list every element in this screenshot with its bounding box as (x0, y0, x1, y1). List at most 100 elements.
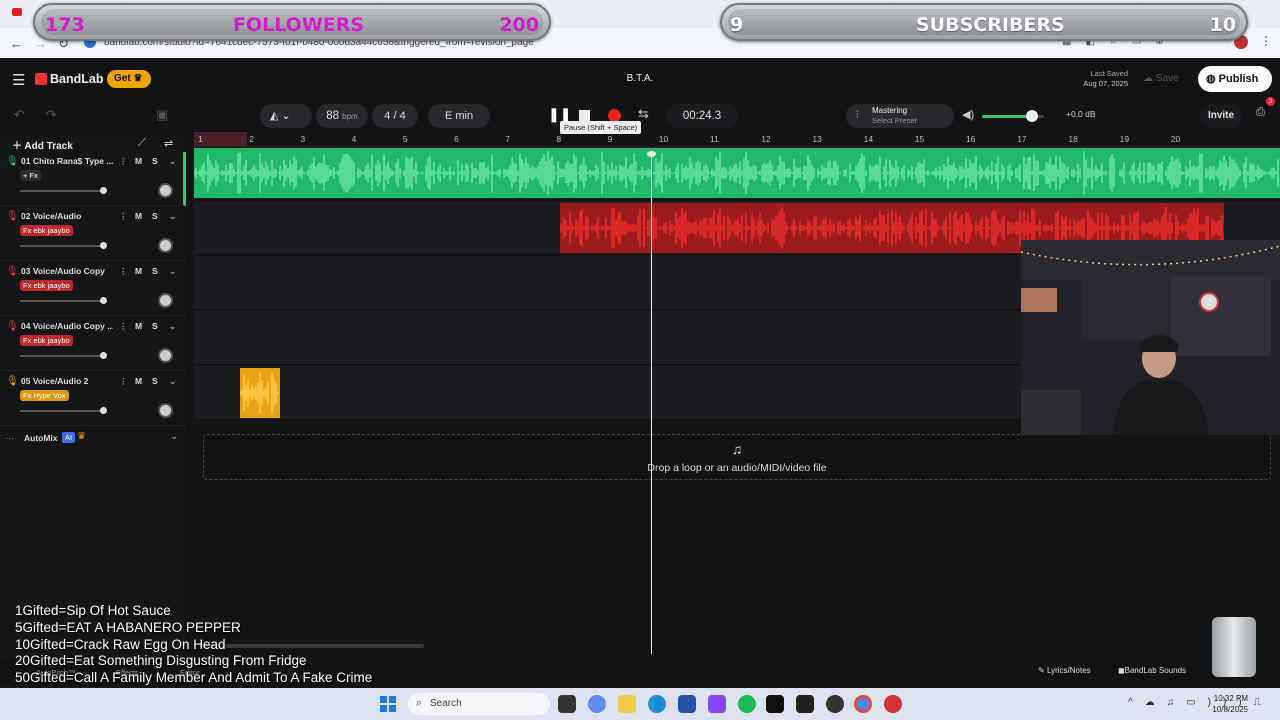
track-fx-chip[interactable]: + Fx (20, 170, 41, 181)
key-selector[interactable]: E min (428, 104, 490, 128)
timeline-ruler[interactable]: 1 2 3 4 5 6 7 8 9 10 11 12 13 14 15 16 17 18 19 20 (194, 132, 1280, 146)
track-volume-knob[interactable] (100, 297, 107, 304)
mic-icon[interactable]: 🎙 (6, 156, 19, 167)
copilot-icon[interactable] (588, 695, 606, 713)
app-icon[interactable] (884, 695, 902, 713)
track-volume-knob[interactable] (100, 242, 107, 249)
solo-button[interactable]: S (152, 211, 158, 221)
automix-row[interactable]: ⋯ AutoMix AI ♛ ⌄ (0, 429, 186, 449)
bpm-field[interactable]: 88 bpm (316, 104, 368, 128)
track-volume-knob[interactable] (100, 352, 107, 359)
solo-button[interactable]: S (152, 376, 158, 386)
windows-start-icon[interactable] (380, 696, 396, 712)
sidebar-icon[interactable]: ▣ (156, 107, 168, 123)
mic-icon[interactable]: 🎙 (6, 266, 19, 277)
track-volume-slider[interactable] (20, 352, 107, 359)
track-volume-slider[interactable] (20, 242, 107, 249)
track-header[interactable]: 🎙 03 Voice/Audio Copy Fx ebk jaaybo ⋮ M S ⌄ (0, 262, 186, 316)
track-pan-knob[interactable] (158, 238, 173, 253)
stop-button[interactable] (579, 110, 590, 121)
save-button[interactable]: ☁ Save (1143, 73, 1179, 84)
invite-button[interactable]: Invite (1200, 104, 1242, 128)
track-header[interactable]: 🎙 05 Voice/Audio 2 Fx Hype Vox ⋮ M S ⌄ (0, 372, 186, 426)
mute-button[interactable]: M (135, 211, 142, 221)
playhead[interactable] (651, 154, 652, 654)
track-options-icon[interactable]: ⋮ (119, 376, 128, 387)
system-tray-icons[interactable]: ^☁♫▭)))⎍ (1128, 697, 1273, 708)
track-header[interactable]: 🎙 02 Voice/Audio Fx ebk jaaybo ⋮ M S ⌄ (0, 207, 186, 261)
track-name[interactable]: 02 Voice/Audio (21, 211, 113, 221)
publish-button[interactable]: ◍ Publish (1198, 66, 1272, 92)
time-signature[interactable]: 4 / 4 (372, 104, 418, 128)
track-fx-chip[interactable]: Fx Hype Vox (20, 390, 69, 401)
audio-clip[interactable] (240, 368, 280, 418)
chevron-down-icon[interactable]: ⌄ (169, 211, 176, 222)
solo-button[interactable]: S (152, 156, 158, 166)
loop-icon[interactable]: ⇆ (638, 106, 649, 122)
master-volume-slider[interactable] (982, 110, 1044, 122)
browser-menu-icon[interactable]: ⋮ (1260, 34, 1272, 48)
chrome-icon[interactable] (854, 695, 872, 713)
track-pan-knob[interactable] (158, 183, 173, 198)
chevron-down-icon[interactable]: ⌄ (169, 266, 176, 277)
track-fx-chip[interactable]: Fx ebk jaaybo (20, 225, 73, 236)
mixer-icon[interactable]: ⇌ (164, 137, 173, 150)
track-volume-slider[interactable] (20, 297, 107, 304)
metronome-button[interactable]: ◭ ⌄ (260, 104, 312, 128)
track-name[interactable]: 03 Voice/Audio Copy (21, 266, 113, 276)
twitch-icon[interactable] (708, 695, 726, 713)
speaker-icon[interactable]: ◀) (962, 108, 974, 121)
track-volume-knob[interactable] (100, 187, 107, 194)
obs-icon[interactable] (826, 695, 844, 713)
track-volume-knob[interactable] (100, 407, 107, 414)
audio-clip[interactable] (194, 148, 1280, 198)
track-options-icon[interactable]: ⋮ (119, 211, 128, 222)
track-header[interactable]: 🎙 04 Voice/Audio Copy ... Fx ebk jaaybo ⋮ M S… (0, 317, 186, 371)
track-pan-knob[interactable] (158, 403, 173, 418)
redo-icon[interactable]: ↷ (46, 107, 57, 123)
undo-icon[interactable]: ↶ (14, 107, 25, 123)
add-track-button[interactable]: ＋ Add Track (12, 137, 73, 152)
mic-icon[interactable]: 🎙 (6, 211, 19, 222)
track-pan-knob[interactable] (158, 293, 173, 308)
clock[interactable]: 10:32 PM 10/8/2025 (1212, 693, 1248, 715)
chevron-down-icon[interactable]: ⌄ (169, 376, 176, 387)
mute-button[interactable]: M (135, 266, 142, 276)
track-options-icon[interactable]: ⋮ (119, 321, 128, 332)
master-volume-knob[interactable] (1025, 110, 1038, 122)
track-name[interactable]: 01 Chito Rana$ Type ... (21, 156, 113, 166)
chevron-down-icon[interactable]: ⌄ (170, 431, 178, 442)
mute-button[interactable]: M (135, 156, 142, 166)
streamlabs-icon[interactable] (796, 695, 814, 713)
track-volume-slider[interactable] (20, 407, 107, 414)
track-options-icon[interactable]: ⋮ (119, 156, 128, 167)
mic-icon[interactable]: 🎙 (6, 376, 19, 387)
drop-zone[interactable]: ♫ Drop a loop or an audio/MIDI/video fil… (203, 434, 1271, 480)
playhead-handle[interactable] (647, 151, 656, 157)
chevron-down-icon[interactable]: ⌄ (169, 321, 176, 332)
edge-icon[interactable] (648, 695, 666, 713)
store-icon[interactable] (678, 695, 696, 713)
taskview-icon[interactable] (558, 695, 576, 713)
taskbar-search[interactable]: ⌕ Search (408, 693, 550, 715)
track-fx-chip[interactable]: Fx ebk jaaybo (20, 280, 73, 291)
track-name[interactable]: 05 Voice/Audio 2 (21, 376, 113, 386)
mute-button[interactable]: M (135, 376, 142, 386)
mute-button[interactable]: M (135, 321, 142, 331)
solo-button[interactable]: S (152, 266, 158, 276)
lyrics-notes-button[interactable]: ✎ Lyrics/Notes (1038, 666, 1091, 675)
solo-button[interactable]: S (152, 321, 158, 331)
track-name[interactable]: 04 Voice/Audio Copy ... (21, 321, 113, 331)
track-fx-chip[interactable]: Fx ebk jaaybo (20, 335, 73, 346)
spotify-icon[interactable] (738, 695, 756, 713)
youtube-tab-icon[interactable] (12, 8, 22, 16)
file-explorer-icon[interactable] (618, 695, 636, 713)
tiktok-icon[interactable] (766, 695, 784, 713)
gift-icon[interactable]: ⎙ (1256, 106, 1270, 120)
mic-icon[interactable]: 🎙 (6, 321, 19, 332)
track-options-icon[interactable]: ⋮ (119, 266, 128, 277)
track-volume-slider[interactable] (20, 187, 107, 194)
chevron-down-icon[interactable]: ⌄ (169, 156, 176, 167)
track-header[interactable]: 🎙 01 Chito Rana$ Type ... + Fx ⋮ M S ⌄ (0, 152, 186, 206)
bandlab-sounds-button[interactable]: ◼BandLab Sounds (1118, 666, 1186, 675)
